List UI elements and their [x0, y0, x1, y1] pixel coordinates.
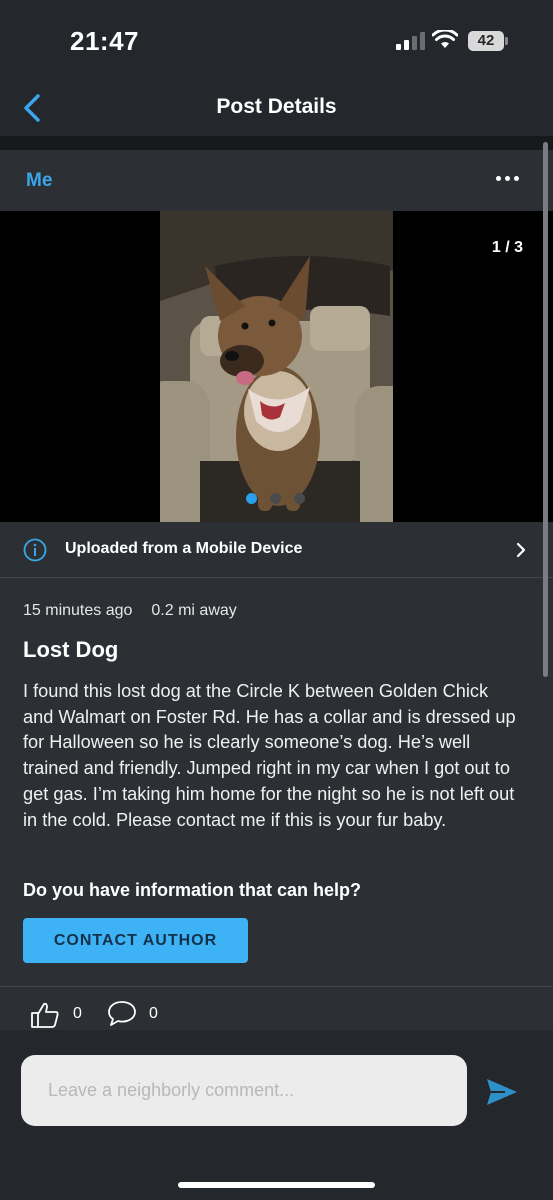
reaction-row: 0 0 [0, 986, 553, 1030]
send-icon[interactable] [485, 1077, 519, 1107]
carousel-dot[interactable] [270, 493, 281, 504]
home-indicator[interactable] [178, 1182, 375, 1188]
post-time: 15 minutes ago [23, 602, 133, 619]
cellular-signal-icon [396, 32, 425, 50]
carousel-dot[interactable] [246, 493, 257, 504]
post-distance: 0.2 mi away [151, 602, 237, 619]
info-icon [23, 538, 47, 562]
carousel-pagination[interactable] [246, 493, 305, 504]
thumbs-up-icon[interactable] [30, 1001, 60, 1029]
help-question: Do you have information that can help? [23, 880, 362, 900]
chevron-right-icon [516, 542, 526, 558]
dog-photo[interactable] [160, 211, 393, 522]
more-options-icon[interactable] [496, 176, 519, 181]
post-content: 15 minutes ago 0.2 mi away Lost Dog I fo… [0, 578, 553, 986]
upload-source-row[interactable]: Uploaded from a Mobile Device [0, 522, 553, 578]
upload-source-text: Uploaded from a Mobile Device [65, 540, 303, 557]
comment-input[interactable] [21, 1055, 467, 1126]
wifi-icon [432, 30, 458, 48]
author-name-link[interactable]: Me [26, 170, 52, 192]
like-count: 0 [73, 1005, 82, 1022]
comment-bar [0, 1030, 553, 1200]
divider [0, 136, 553, 150]
contact-author-button[interactable]: CONTACT AUTHOR [23, 918, 248, 963]
status-time: 21:47 [70, 26, 139, 56]
photo-counter: 1 / 3 [491, 239, 523, 256]
battery-icon: 42 [468, 31, 508, 51]
post-title: Lost Dog [23, 637, 119, 662]
status-bar: 21:47 42 [0, 0, 553, 80]
comment-bubble-icon[interactable] [106, 999, 138, 1027]
post-meta: 15 minutes ago 0.2 mi away [23, 602, 237, 620]
photo-carousel[interactable]: 1 / 3 [0, 211, 553, 522]
page-title: Post Details [216, 95, 337, 118]
carousel-dot[interactable] [294, 493, 305, 504]
post-body: I found this lost dog at the Circle K be… [23, 681, 516, 830]
scrollbar[interactable] [543, 142, 548, 677]
post-author-row: Me [0, 150, 553, 211]
comment-count: 0 [149, 1005, 158, 1022]
header: Post Details [0, 80, 553, 136]
battery-level: 42 [468, 31, 504, 51]
